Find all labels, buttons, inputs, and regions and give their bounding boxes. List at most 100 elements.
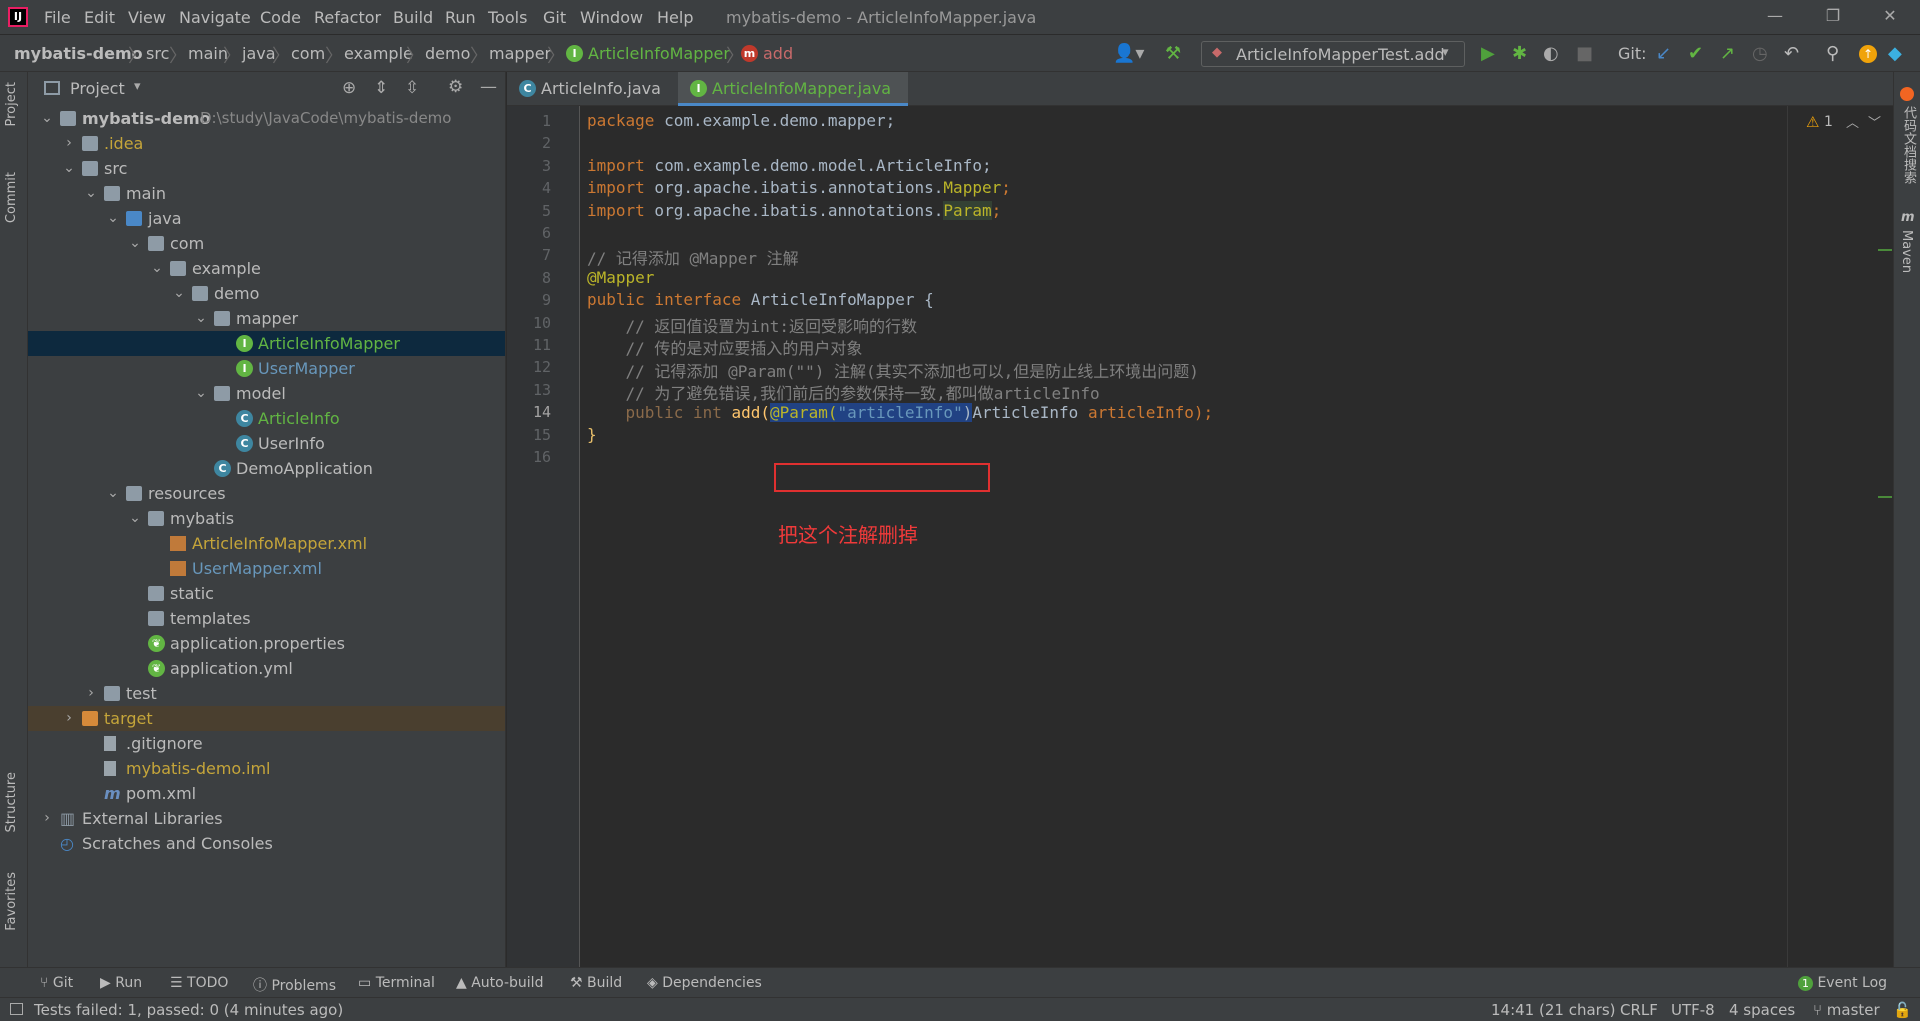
- status-branch[interactable]: ⑂ master: [1813, 1001, 1880, 1019]
- history-icon[interactable]: ◷: [1752, 43, 1768, 64]
- tree-item[interactable]: ❦ application.yml: [28, 656, 505, 681]
- tree-item[interactable]: ⌄ model: [28, 381, 505, 406]
- chevron-down-icon[interactable]: ⌄: [150, 256, 164, 281]
- tree-item[interactable]: C DemoApplication: [28, 456, 505, 481]
- menu-git[interactable]: Git: [543, 8, 566, 27]
- tab-maven[interactable]: Maven: [1899, 230, 1914, 273]
- tool-todo[interactable]: ☰ TODO: [170, 975, 228, 991]
- tree-item[interactable]: m pom.xml: [28, 781, 505, 806]
- tree-item[interactable]: ⌄ main: [28, 181, 505, 206]
- chevron-down-icon[interactable]: ⌄: [106, 206, 120, 231]
- tool-problems[interactable]: ⓘ Problems: [253, 975, 336, 995]
- tree-item[interactable]: ⌄ demo: [28, 281, 505, 306]
- chevron-up-icon[interactable]: ︿: [1846, 112, 1859, 131]
- tree-item[interactable]: static: [28, 581, 505, 606]
- status-message[interactable]: Tests failed: 1, passed: 0 (4 minutes ag…: [34, 1001, 343, 1019]
- tab-articleinfo-java[interactable]: C ArticleInfo.java ✕: [507, 72, 677, 132]
- tree-item[interactable]: mybatis-demo.iml: [28, 756, 505, 781]
- tree-item[interactable]: ⌄ java: [28, 206, 505, 231]
- close-icon[interactable]: ✕: [1875, 6, 1905, 25]
- tree-item[interactable]: › test: [28, 681, 505, 706]
- tree-item[interactable]: ⌄ mybatis-demo D:\study\JavaCode\mybatis-d…: [28, 106, 505, 131]
- tool-run[interactable]: ▶ Run: [100, 975, 142, 991]
- tool-terminal[interactable]: ▭ Terminal: [358, 975, 435, 991]
- minimize-icon[interactable]: —: [1760, 6, 1790, 25]
- rollback-icon[interactable]: ↶: [1784, 43, 1799, 64]
- menu-navigate[interactable]: Navigate: [179, 8, 251, 27]
- run-icon[interactable]: ▶: [1481, 43, 1495, 64]
- tree-item[interactable]: I UserMapper: [28, 356, 505, 381]
- menu-code[interactable]: Code: [260, 8, 301, 27]
- tool-event-log[interactable]: 1 Event Log: [1798, 975, 1887, 991]
- gear-icon[interactable]: ⚙: [448, 77, 463, 97]
- menu-tools[interactable]: Tools: [488, 8, 527, 27]
- tree-item[interactable]: ⌄ src: [28, 156, 505, 181]
- menu-help[interactable]: Help: [657, 8, 693, 27]
- breadcrumb-main[interactable]: main: [188, 44, 228, 63]
- run-configuration-select[interactable]: ◆ ArticleInfoMapperTest.add ▾: [1201, 41, 1465, 67]
- user-icon[interactable]: 👤▾: [1113, 43, 1144, 64]
- breadcrumb-com[interactable]: com: [291, 44, 325, 63]
- menu-window[interactable]: Window: [580, 8, 643, 27]
- chevron-down-icon[interactable]: ⌄: [128, 231, 142, 256]
- code-editor[interactable]: package com.example.demo.mapper; import …: [581, 106, 1787, 967]
- tree-item[interactable]: ⌄ mapper: [28, 306, 505, 331]
- coverage-icon[interactable]: ◐: [1543, 43, 1559, 64]
- tree-item[interactable]: › target: [28, 706, 505, 731]
- tree-item[interactable]: › ▥ External Libraries: [28, 806, 505, 831]
- toolbox-icon[interactable]: ◆: [1888, 43, 1902, 64]
- tree-item[interactable]: C UserInfo: [28, 431, 505, 456]
- chevron-down-icon[interactable]: ⌄: [84, 181, 98, 206]
- status-position[interactable]: 14:41 (21 chars): [1491, 1001, 1615, 1019]
- tree-item[interactable]: ⌄ com: [28, 231, 505, 256]
- stop-icon[interactable]: ■: [1576, 43, 1593, 64]
- tab-project[interactable]: Project: [4, 82, 19, 126]
- chevron-down-icon[interactable]: ⌄: [128, 506, 142, 531]
- breadcrumb-demo[interactable]: demo: [425, 44, 470, 63]
- breadcrumb-example[interactable]: example: [344, 44, 413, 63]
- tree-item[interactable]: C ArticleInfo: [28, 406, 505, 431]
- tree-item[interactable]: › .idea: [28, 131, 505, 156]
- git-push-icon[interactable]: ↗: [1720, 43, 1735, 64]
- chevron-down-icon[interactable]: ⌄: [194, 381, 208, 406]
- status-indent[interactable]: 4 spaces: [1729, 1001, 1795, 1019]
- tree-item[interactable]: ArticleInfoMapper.xml: [28, 531, 505, 556]
- breadcrumb-src[interactable]: src: [146, 44, 169, 63]
- breadcrumb-class[interactable]: ArticleInfoMapper: [588, 44, 730, 63]
- warning-icon[interactable]: ⚠: [1806, 113, 1819, 131]
- status-encoding[interactable]: UTF-8: [1671, 1001, 1715, 1019]
- tree-item[interactable]: I ArticleInfoMapper: [28, 331, 505, 356]
- tree-item[interactable]: ❦ application.properties: [28, 631, 505, 656]
- menu-refactor[interactable]: Refactor: [314, 8, 381, 27]
- hide-panel-icon[interactable]: —: [480, 77, 497, 97]
- chevron-down-icon[interactable]: ⌄: [106, 481, 120, 506]
- tab-favorites[interactable]: Favorites: [4, 872, 19, 931]
- tab-doc-search[interactable]: 代码文档搜索: [1899, 106, 1918, 184]
- restore-icon[interactable]: ❐: [1818, 6, 1848, 25]
- menu-file[interactable]: File: [44, 8, 71, 27]
- chevron-down-icon[interactable]: ﹀: [1868, 112, 1881, 131]
- chevron-down-icon[interactable]: ⌄: [40, 106, 54, 131]
- debug-icon[interactable]: ✱: [1512, 43, 1527, 64]
- build-hammer-icon[interactable]: ⚒: [1165, 43, 1181, 64]
- project-panel-title[interactable]: Project: [70, 79, 125, 98]
- chevron-down-icon[interactable]: ⌄: [62, 156, 76, 181]
- breadcrumb-mapper[interactable]: mapper: [489, 44, 551, 63]
- warning-count[interactable]: 1: [1824, 114, 1833, 130]
- tool-auto-build[interactable]: ▲ Auto-build: [456, 975, 543, 991]
- update-icon[interactable]: ↑: [1859, 45, 1877, 63]
- tree-item[interactable]: templates: [28, 606, 505, 631]
- chevron-right-icon[interactable]: ›: [62, 131, 76, 156]
- tree-item[interactable]: ◴ Scratches and Consoles: [28, 831, 505, 856]
- tree-item[interactable]: ⌄ resources: [28, 481, 505, 506]
- breadcrumb-java[interactable]: java: [242, 44, 276, 63]
- chevron-down-icon[interactable]: ⌄: [194, 306, 208, 331]
- menu-build[interactable]: Build: [393, 8, 433, 27]
- menu-run[interactable]: Run: [445, 8, 476, 27]
- tool-dependencies[interactable]: ◈ Dependencies: [647, 975, 762, 991]
- tree-item[interactable]: ⌄ example: [28, 256, 505, 281]
- tab-structure[interactable]: Structure: [4, 772, 19, 832]
- tree-item[interactable]: ⌄ mybatis: [28, 506, 505, 531]
- chevron-right-icon[interactable]: ›: [40, 806, 54, 831]
- tree-item[interactable]: .gitignore: [28, 731, 505, 756]
